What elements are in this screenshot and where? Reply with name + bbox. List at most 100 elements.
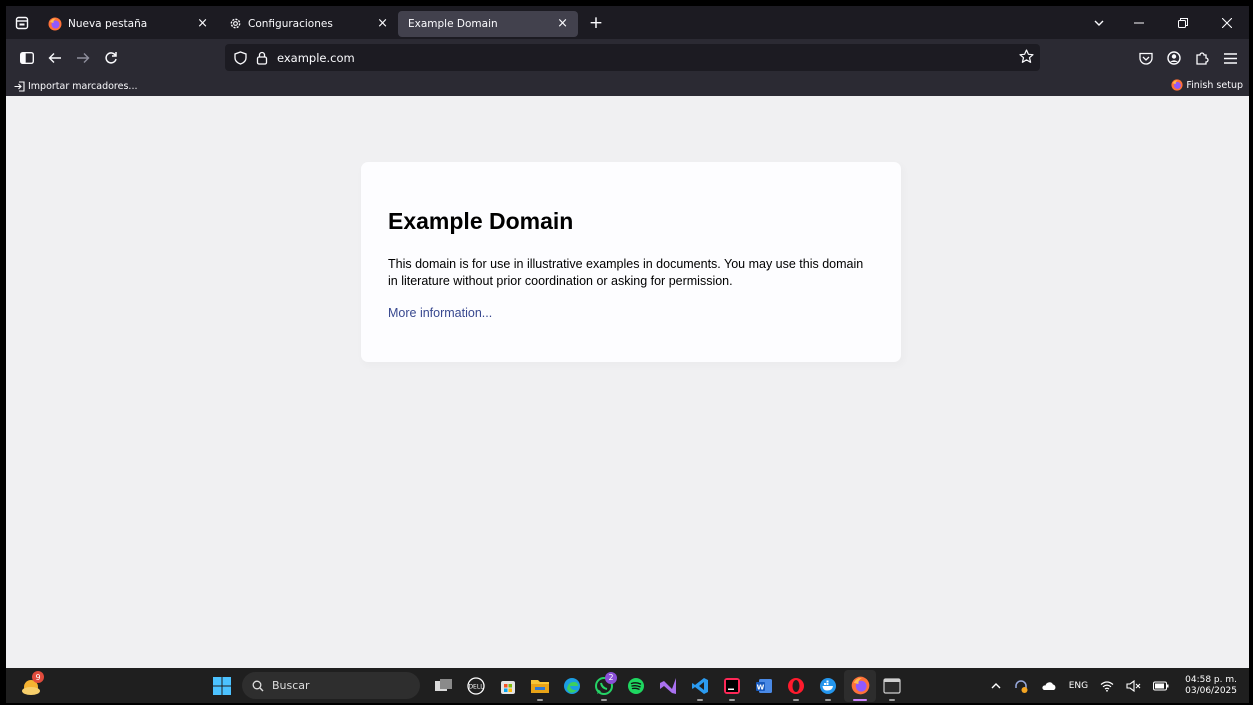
running-indicator xyxy=(853,698,867,701)
back-button[interactable] xyxy=(42,45,68,71)
tab-label: Configuraciones xyxy=(248,17,333,30)
taskbar-app-file-explorer[interactable] xyxy=(524,670,556,702)
firefox-icon xyxy=(851,676,869,695)
weather-widget[interactable]: 9 xyxy=(20,671,44,698)
running-indicator xyxy=(697,698,703,701)
search-icon xyxy=(252,680,264,692)
tab-close-icon[interactable]: × xyxy=(377,17,388,30)
content-card: Example Domain This domain is for use in… xyxy=(361,162,901,362)
onedrive-button[interactable] xyxy=(1041,681,1057,691)
running-indicator xyxy=(537,698,543,701)
bookmark-star-icon[interactable] xyxy=(1019,49,1034,68)
task-view-button[interactable] xyxy=(428,670,460,702)
taskbar-app-edge[interactable] xyxy=(556,670,588,702)
tab-configuraciones[interactable]: Configuraciones × xyxy=(218,11,398,37)
account-button[interactable] xyxy=(1161,45,1187,71)
restore-button[interactable] xyxy=(1161,6,1205,39)
lock-icon[interactable] xyxy=(251,51,273,65)
task-view-icon xyxy=(435,678,452,691)
clock[interactable]: 04:58 p. m. 03/06/2025 xyxy=(1185,675,1237,697)
reload-icon xyxy=(105,52,117,64)
opera-icon xyxy=(788,677,804,694)
list-all-tabs-button[interactable] xyxy=(1084,6,1114,39)
jetbrains-icon xyxy=(724,677,740,694)
tracking-protection-shield-icon[interactable] xyxy=(229,50,251,65)
account-icon xyxy=(1167,51,1181,65)
new-tab-button[interactable]: + xyxy=(584,10,608,36)
running-indicator xyxy=(729,698,735,701)
firefox-icon xyxy=(48,17,62,31)
close-window-button[interactable] xyxy=(1205,6,1249,39)
import-bookmarks-label: Importar marcadores... xyxy=(28,81,138,92)
tab-example-domain[interactable]: Example Domain × xyxy=(398,10,578,37)
toolbar-right xyxy=(1131,45,1243,71)
taskbar-app-dell[interactable]: DELL xyxy=(460,670,492,702)
taskbar-app-visual-studio[interactable] xyxy=(652,670,684,702)
reload-button[interactable] xyxy=(98,45,124,71)
taskbar-app-jetbrains[interactable] xyxy=(716,670,748,702)
import-icon xyxy=(14,81,25,92)
tab-nueva-pestana[interactable]: Nueva pestaña × xyxy=(38,11,218,37)
extensions-button[interactable] xyxy=(1189,45,1215,71)
running-indicator xyxy=(889,698,895,701)
start-button[interactable] xyxy=(206,670,238,702)
pocket-icon xyxy=(1139,52,1153,65)
hamburger-menu-icon xyxy=(1223,52,1237,64)
show-hidden-icons-button[interactable] xyxy=(991,682,1001,690)
taskbar-app-spotify[interactable] xyxy=(620,670,652,702)
minimize-button[interactable] xyxy=(1117,6,1161,39)
wifi-icon[interactable] xyxy=(1100,680,1114,692)
chevron-down-icon xyxy=(1094,20,1104,26)
tab-close-icon[interactable]: × xyxy=(197,17,208,30)
window-controls xyxy=(1117,6,1249,39)
arrow-right-icon xyxy=(77,53,90,63)
taskbar-apps: Buscar DELL 2 W xyxy=(206,668,908,703)
taskbar-app-whatsapp[interactable]: 2 xyxy=(588,670,620,702)
tray-app-icon[interactable] xyxy=(1013,678,1029,694)
sidebar-button[interactable] xyxy=(14,45,40,71)
url-bar[interactable]: example.com xyxy=(225,44,1040,71)
taskbar-app-store[interactable] xyxy=(492,670,524,702)
import-bookmarks-button[interactable]: Importar marcadores... xyxy=(6,81,138,92)
taskbar-app-vscode[interactable] xyxy=(684,670,716,702)
word-icon: W xyxy=(756,678,772,693)
taskbar-app-word[interactable]: W xyxy=(748,670,780,702)
app-menu-button[interactable] xyxy=(1217,45,1243,71)
folder-icon xyxy=(531,679,549,693)
language-indicator[interactable]: ENG xyxy=(1069,681,1088,691)
svg-text:DELL: DELL xyxy=(468,683,484,690)
screen: Nueva pestaña × Configuraciones × Exampl… xyxy=(6,6,1249,703)
page-title: Example Domain xyxy=(388,208,574,234)
taskbar-app-opera[interactable] xyxy=(780,670,812,702)
gear-icon xyxy=(228,17,242,31)
taskbar-app-firefox[interactable] xyxy=(844,669,876,702)
arrow-left-icon xyxy=(48,53,61,63)
firefox-icon xyxy=(1171,79,1183,91)
pocket-button[interactable] xyxy=(1133,45,1159,71)
tab-close-icon[interactable]: × xyxy=(557,17,568,30)
running-indicator xyxy=(601,698,607,701)
battery-icon[interactable] xyxy=(1153,681,1169,691)
taskbar: 9 Buscar DELL 2 W ENG 04:58 p. m. 03/06/… xyxy=(6,668,1249,703)
firefox-view-button[interactable] xyxy=(6,6,38,39)
taskbar-search[interactable]: Buscar xyxy=(242,672,420,699)
cloud-icon xyxy=(1042,681,1056,690)
forward-button[interactable] xyxy=(70,45,96,71)
vscode-icon xyxy=(692,677,708,694)
edge-icon xyxy=(564,677,580,694)
taskbar-app-terminal[interactable] xyxy=(876,670,908,702)
page-content: Example Domain This domain is for use in… xyxy=(6,96,1249,668)
running-indicator xyxy=(793,698,799,701)
taskbar-app-docker[interactable] xyxy=(812,670,844,702)
tab-strip: Nueva pestaña × Configuraciones × Exampl… xyxy=(6,6,1249,39)
widget-badge: 9 xyxy=(32,671,44,683)
search-label: Buscar xyxy=(272,679,310,692)
page-paragraph: This domain is for use in illustrative e… xyxy=(388,257,864,288)
headset-icon xyxy=(1014,679,1028,693)
svg-text:W: W xyxy=(757,683,765,691)
store-icon xyxy=(501,680,515,694)
url-text[interactable]: example.com xyxy=(277,51,355,65)
more-information-link[interactable]: More information... xyxy=(388,306,492,320)
finish-setup-button[interactable]: Finish setup xyxy=(1171,79,1243,91)
volume-muted-icon[interactable] xyxy=(1126,679,1141,692)
